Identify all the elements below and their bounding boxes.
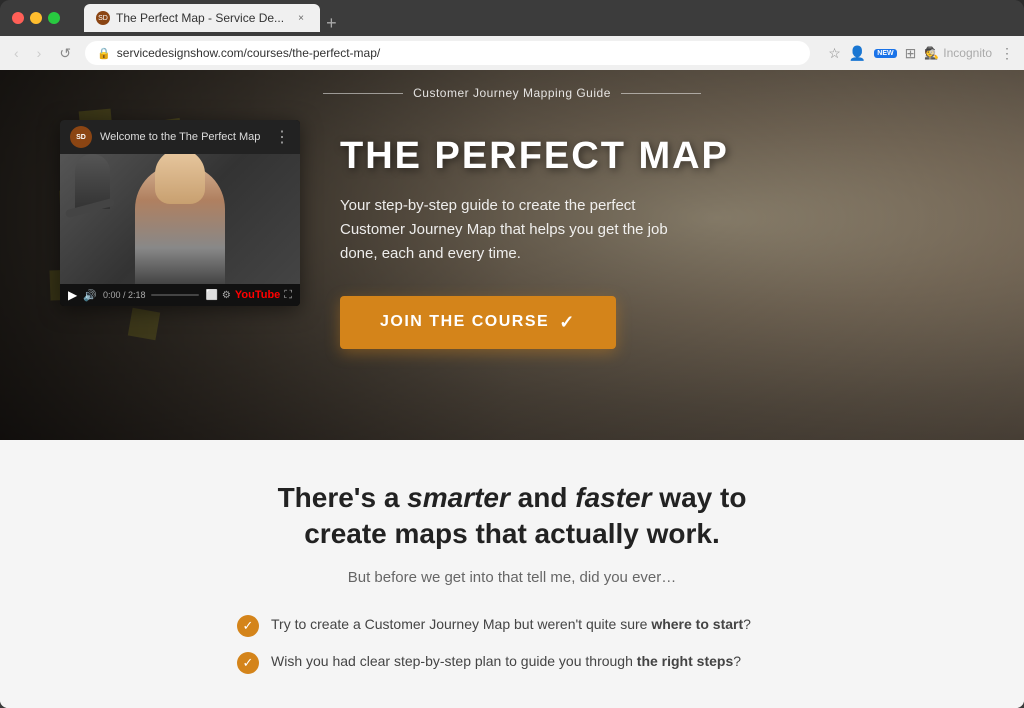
incognito-icon: 🕵 — [924, 46, 939, 60]
incognito-area: 🕵 Incognito — [924, 46, 992, 60]
video-title: Welcome to the The Perfect Map — [100, 131, 266, 143]
refresh-button[interactable]: ↺ — [55, 43, 75, 64]
settings-icon[interactable]: ⚙ — [222, 290, 231, 301]
address-bar-row: ‹ › ↺ 🔒 servicedesignshow.com/courses/th… — [0, 36, 1024, 70]
youtube-logo: YouTube — [235, 289, 280, 301]
checklist-item-1: Try to create a Customer Journey Map but… — [271, 614, 751, 635]
breadcrumb: Customer Journey Mapping Guide — [0, 70, 1024, 100]
fullscreen-icon[interactable]: ⛶ — [284, 289, 292, 302]
checklist: ✓ Try to create a Customer Journey Map b… — [237, 614, 787, 674]
checklist-item-2-after: ? — [733, 653, 741, 669]
video-menu-icon[interactable]: ⋮ — [274, 127, 290, 147]
page-wrapper: Customer Journey Mapping Guide SD Welcom… — [0, 70, 1024, 708]
video-time: 0:00 / 2:18 — [103, 290, 146, 300]
url-text: servicedesignshow.com/courses/the-perfec… — [117, 46, 380, 60]
video-right-controls: ⬜ ⚙ YouTube ⛶ — [205, 289, 292, 302]
active-tab[interactable]: SD The Perfect Map - Service De... × — [84, 4, 320, 32]
close-window-button[interactable] — [12, 12, 24, 24]
toolbar-actions: ☆ 👤 NEW ⊞ 🕵 Incognito ⋮ — [828, 45, 1014, 62]
extensions-icon[interactable]: ⊞ — [905, 45, 917, 62]
volume-icon[interactable]: 🔊 — [83, 289, 97, 302]
bookmark-icon[interactable]: ☆ — [828, 45, 841, 62]
checklist-item-1-before: Try to create a Customer Journey Map but… — [271, 616, 651, 632]
menu-icon[interactable]: ⋮ — [1000, 45, 1014, 62]
tagline-subtitle: But before we get into that tell me, did… — [60, 569, 964, 586]
tab-close-button[interactable]: × — [294, 11, 308, 25]
checklist-item-2-bold: the right steps — [637, 653, 733, 669]
incognito-label: Incognito — [943, 46, 992, 60]
below-hero-section: There's a smarter and faster way to crea… — [0, 440, 1024, 708]
breadcrumb-text: Customer Journey Mapping Guide — [413, 86, 611, 100]
tab-bar: SD The Perfect Map - Service De... × + — [84, 4, 1012, 32]
progress-bar[interactable] — [151, 294, 199, 296]
checklist-item-1-bold: where to start — [651, 616, 743, 632]
back-button[interactable]: ‹ — [10, 43, 23, 63]
lock-icon: 🔒 — [97, 47, 111, 60]
breadcrumb-line-left — [323, 93, 403, 94]
video-thumbnail — [60, 154, 300, 284]
tagline-part3: way to — [652, 482, 747, 513]
tab-title: The Perfect Map - Service De... — [116, 11, 284, 25]
minimize-window-button[interactable] — [30, 12, 42, 24]
list-item: ✓ Try to create a Customer Journey Map b… — [237, 614, 787, 637]
tagline-italic2: faster — [575, 482, 651, 513]
new-tab-button[interactable]: + — [326, 14, 337, 32]
hero-section: Customer Journey Mapping Guide SD Welcom… — [0, 70, 1024, 440]
tagline-italic1: smarter — [407, 482, 510, 513]
check-icon-1: ✓ — [237, 615, 259, 637]
tagline-part2: and — [510, 482, 575, 513]
tab-favicon: SD — [96, 11, 110, 25]
forward-button[interactable]: › — [33, 43, 46, 63]
check-icon-2: ✓ — [237, 652, 259, 674]
join-course-button[interactable]: JOIN THE COURSE ✓ — [340, 296, 616, 349]
checklist-item-2-before: Wish you had clear step-by-step plan to … — [271, 653, 637, 669]
browser-window: SD The Perfect Map - Service De... × + ‹… — [0, 0, 1024, 708]
video-controls[interactable]: ▶ 🔊 0:00 / 2:18 ⬜ ⚙ YouTube ⛶ — [60, 284, 300, 306]
maximize-window-button[interactable] — [48, 12, 60, 24]
checklist-item-1-after: ? — [743, 616, 751, 632]
profile-icon[interactable]: 👤 — [849, 45, 866, 62]
hero-title: THE PERFECT MAP — [340, 136, 964, 178]
tagline-part1: There's a — [278, 482, 408, 513]
address-bar[interactable]: 🔒 servicedesignshow.com/courses/the-perf… — [85, 41, 810, 65]
video-player[interactable]: SD Welcome to the The Perfect Map ⋮ — [60, 120, 300, 306]
tagline-line2: create maps that actually work. — [304, 518, 720, 549]
traffic-lights — [12, 12, 60, 24]
checklist-item-2: Wish you had clear step-by-step plan to … — [271, 651, 741, 672]
captions-icon[interactable]: ⬜ — [205, 290, 217, 301]
video-header: SD Welcome to the The Perfect Map ⋮ — [60, 120, 300, 154]
title-bar: SD The Perfect Map - Service De... × + — [0, 0, 1024, 36]
cta-check-icon: ✓ — [559, 312, 576, 333]
video-channel-logo: SD — [70, 126, 92, 148]
tagline-heading: There's a smarter and faster way to crea… — [60, 480, 964, 553]
list-item: ✓ Wish you had clear step-by-step plan t… — [237, 651, 787, 674]
hero-text-block: THE PERFECT MAP Your step-by-step guide … — [340, 120, 964, 349]
play-button[interactable]: ▶ — [68, 288, 77, 302]
new-badge: NEW — [874, 49, 896, 58]
breadcrumb-line-right — [621, 93, 701, 94]
hero-content: SD Welcome to the The Perfect Map ⋮ — [0, 100, 1024, 349]
cta-label: JOIN THE COURSE — [380, 313, 549, 331]
hero-subtitle: Your step-by-step guide to create the pe… — [340, 194, 680, 266]
